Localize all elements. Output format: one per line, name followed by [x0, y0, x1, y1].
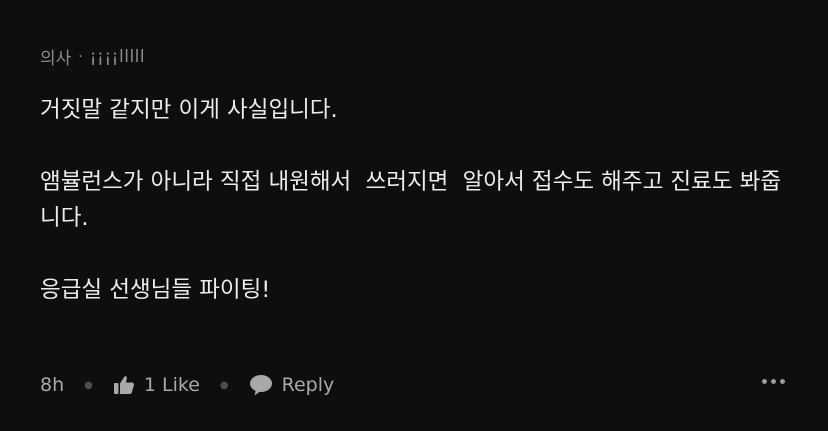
more-options-icon [771, 379, 776, 384]
reply-label: Reply [281, 374, 335, 396]
comment-meta: 의사 · ¡¡¡¡lllll [40, 44, 145, 70]
speech-bubble-icon [249, 375, 272, 396]
comment-paragraph: 앰뷸런스가 아니라 직접 내원해서 쓰러지면 알아서 접수도 해주고 진료도 봐… [40, 169, 782, 231]
like-count-label: 1 Like [143, 374, 200, 396]
comment-card: 의사 · ¡¡¡¡lllll 거짓말 같지만 이게 사실입니다. 앰뷸런스가 아… [40, 0, 800, 431]
comment-paragraph: 거짓말 같지만 이게 사실입니다. [40, 97, 338, 123]
reply-button[interactable]: Reply [249, 374, 335, 396]
thumbs-up-icon [113, 376, 134, 394]
action-separator: ● [84, 379, 93, 391]
like-button[interactable]: 1 Like [113, 374, 200, 396]
author-role[interactable]: 의사 [40, 44, 71, 69]
comment-paragraph: 응급실 선생님들 파이팅! [40, 277, 271, 303]
author-name[interactable]: ¡¡¡¡lllll [90, 47, 145, 67]
more-options-icon [780, 379, 785, 384]
more-options-button[interactable] [762, 379, 785, 384]
comment-body: 거짓말 같지만 이게 사실입니다. 앰뷸런스가 아니라 직접 내원해서 쓰러지면… [40, 92, 800, 308]
more-options-icon [762, 379, 767, 384]
action-separator: ● [219, 379, 229, 391]
comment-timestamp: 8h [40, 374, 65, 396]
comment-actions: 8h ● 1 Like ● Reply [40, 370, 785, 400]
meta-separator: · [78, 48, 83, 65]
